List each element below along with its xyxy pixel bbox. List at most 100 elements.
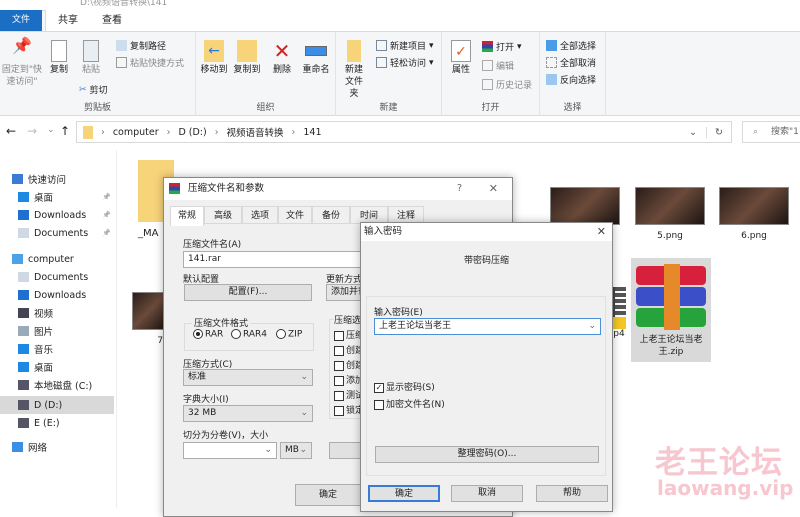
sidebar-item[interactable]: E (E:) <box>18 414 115 432</box>
select-all-button[interactable]: 全部选择 <box>546 39 596 52</box>
rename-button[interactable]: 重命名 <box>298 40 334 76</box>
file-item-7[interactable]: 7. <box>132 292 166 346</box>
file-item-5[interactable]: 5.png <box>635 187 705 241</box>
split-size-input[interactable]: ⌄ <box>183 442 277 459</box>
checkbox-icon <box>334 405 344 416</box>
method-select[interactable]: 标准 ⌄ <box>183 369 313 386</box>
tab-3[interactable]: 文件 <box>278 206 312 224</box>
history-button[interactable]: 历史记录 <box>482 78 532 91</box>
copy-path-icon <box>116 40 127 51</box>
sidebar-item[interactable]: computer <box>12 250 109 268</box>
help-button[interactable]: 帮助 <box>536 485 608 502</box>
file-item-mp4[interactable]: p4 <box>612 287 626 339</box>
radio-rar[interactable]: RAR <box>193 329 223 340</box>
file-item-6[interactable]: 6.png <box>719 187 789 241</box>
winrar-icon <box>169 183 180 194</box>
tab-file[interactable]: 文件 <box>0 10 43 31</box>
sidebar-item[interactable]: 本地磁盘 (C:) <box>18 376 115 394</box>
address-input[interactable]: › computer › D (D:) › 视频语音转换 › 141 ⌄ ↻ <box>76 121 732 143</box>
checkbox-checked-icon: ✓ <box>374 382 384 393</box>
ok-button[interactable]: 确定 <box>295 484 361 506</box>
breadcrumb-item[interactable]: 141 <box>303 127 321 138</box>
archive-name-input[interactable]: 141.rar <box>183 251 363 268</box>
copy-button[interactable]: 复制 <box>44 40 74 76</box>
copy-to-button[interactable]: 复制到 <box>230 40 264 76</box>
back-icon[interactable]: ← <box>6 124 16 138</box>
forward-icon[interactable]: → <box>27 124 37 138</box>
group-clipboard: 📌 固定到"快速访问" 复制 粘贴 复制路径 粘贴快捷方式 ✂ 剪切 剪贴板 <box>0 32 196 116</box>
network-icon <box>12 442 23 452</box>
up-icon[interactable]: ↑ <box>60 124 70 138</box>
recent-chevron-icon[interactable]: ⌄ <box>47 125 55 135</box>
paste-shortcut-button[interactable]: 粘贴快捷方式 <box>116 56 184 69</box>
tab-view[interactable]: 查看 <box>90 10 134 31</box>
sidebar-item[interactable]: D (D:) <box>0 396 114 414</box>
invert-selection-button[interactable]: 反向选择 <box>546 73 596 86</box>
ok-button[interactable]: 确定 <box>368 485 440 502</box>
file-item-4[interactable] <box>550 187 620 225</box>
sidebar-item[interactable]: 网络 <box>12 438 109 456</box>
password-input[interactable]: 上老王论坛当老王 ⌄ <box>374 318 601 335</box>
organize-passwords-button[interactable]: 整理密码(O)... <box>375 446 599 463</box>
delete-button[interactable]: ✕ 删除 <box>268 40 296 76</box>
computer-icon <box>12 254 23 264</box>
paste-button[interactable]: 粘贴 <box>76 40 106 76</box>
sidebar-item[interactable]: 图片 <box>18 322 115 340</box>
show-password-checkbox[interactable]: ✓ 显示密码(S) <box>374 380 435 393</box>
sidebar-item[interactable]: 视频 <box>18 304 115 322</box>
copy-path-button[interactable]: 复制路径 <box>116 39 166 52</box>
close-icon[interactable]: ✕ <box>597 223 606 241</box>
tab-4[interactable]: 备份 <box>312 206 350 224</box>
sidebar-item-label: 桌面 <box>34 363 54 374</box>
profiles-button[interactable]: 配置(F)... <box>184 284 312 301</box>
search-input[interactable]: ⌕ 搜索"1 <box>742 121 800 143</box>
tab-2[interactable]: 选项 <box>242 206 278 224</box>
easy-access-button[interactable]: 轻松访问 ▾ <box>376 56 434 69</box>
split-unit-select[interactable]: MB ⌄ <box>280 442 312 459</box>
sidebar-item[interactable]: 音乐 <box>18 340 115 358</box>
radio-rar4[interactable]: RAR4 <box>231 329 267 340</box>
ribbon: 📌 固定到"快速访问" 复制 粘贴 复制路径 粘贴快捷方式 ✂ 剪切 剪贴板 ← 移动… <box>0 31 800 116</box>
pin-icon[interactable]: 📌 <box>102 193 111 201</box>
sidebar-item[interactable]: Documents 📌 <box>18 224 115 242</box>
sidebar-item[interactable]: Downloads <box>18 286 115 304</box>
chevron-down-icon: ⌄ <box>264 445 272 455</box>
sidebar-item[interactable]: 桌面 📌 <box>18 188 115 206</box>
sidebar-item[interactable]: Documents <box>18 268 115 286</box>
pin-button[interactable]: 📌 固定到"快速访问" <box>0 38 44 88</box>
breadcrumb-item[interactable]: 视频语音转换 <box>227 125 284 139</box>
sidebar-item-label: 本地磁盘 (C:) <box>34 381 93 392</box>
edit-button[interactable]: 编辑 <box>482 59 514 72</box>
group-label: 选择 <box>563 103 582 113</box>
new-item-button[interactable]: 新建项目 ▾ <box>376 39 434 52</box>
open-button[interactable]: 打开 ▾ <box>482 40 522 53</box>
dialog-titlebar: 输入密码 ✕ <box>361 223 612 241</box>
move-to-button[interactable]: ← 移动到 <box>198 40 230 76</box>
sidebar-item[interactable]: Downloads 📌 <box>18 206 115 224</box>
cut-button[interactable]: ✂ 剪切 <box>79 83 108 97</box>
dict-select[interactable]: 32 MB ⌄ <box>183 405 313 422</box>
encrypt-names-checkbox[interactable]: 加密文件名(N) <box>374 397 445 410</box>
file-item-zip[interactable]: 上老王论坛当老王.zip <box>631 258 711 362</box>
sidebar-item[interactable]: 桌面 <box>18 358 115 376</box>
video-file-icon <box>612 287 626 317</box>
tab-0[interactable]: 常规 <box>170 206 204 226</box>
sidebar-item[interactable]: 快速访问 <box>12 170 109 188</box>
breadcrumb-item[interactable]: D (D:) <box>178 127 206 138</box>
new-folder-button[interactable]: 新建文件夹 <box>338 40 370 100</box>
chevron-down-icon[interactable]: ⌄ <box>689 127 697 138</box>
tab-share[interactable]: 共享 <box>46 10 90 31</box>
pin-icon[interactable]: 📌 <box>102 229 111 237</box>
cancel-button[interactable]: 取消 <box>451 485 523 502</box>
pin-icon[interactable]: 📌 <box>102 211 111 219</box>
tab-1[interactable]: 高级 <box>204 206 242 224</box>
sidebar-item-label: 图片 <box>34 327 54 338</box>
radio-zip[interactable]: ZIP <box>276 329 302 340</box>
help-icon[interactable]: ? <box>457 178 462 200</box>
close-icon[interactable]: ✕ <box>489 178 498 200</box>
select-none-button[interactable]: 全部取消 <box>546 56 596 69</box>
refresh-icon[interactable]: ↻ <box>706 126 723 138</box>
drive-icon <box>18 400 29 410</box>
properties-button[interactable]: ✓ 属性 <box>446 40 476 76</box>
breadcrumb-item[interactable]: computer <box>113 127 159 138</box>
